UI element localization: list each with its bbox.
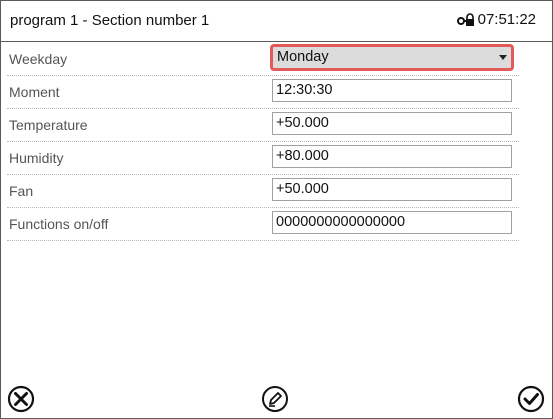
confirm-button[interactable] (516, 385, 546, 418)
fan-label: Fan (9, 183, 34, 199)
fan-field[interactable]: +50.000 (272, 178, 512, 201)
close-circle-icon (7, 385, 35, 418)
key-lock-icon (456, 12, 475, 27)
clock: 07:51:22 (456, 11, 536, 28)
clock-time: 07:51:22 (477, 11, 536, 28)
screen: program 1 - Section number 1 07:51:22 We… (0, 0, 553, 419)
temperature-label: Temperature (9, 117, 88, 133)
cancel-button[interactable] (6, 385, 36, 418)
row-temperature: Temperature +50.000 (7, 108, 519, 142)
header-bar: program 1 - Section number 1 07:51:22 (1, 1, 552, 42)
row-humidity: Humidity +80.000 (7, 141, 519, 175)
chevron-down-icon (499, 55, 507, 60)
functions-field[interactable]: 0000000000000000 (272, 211, 512, 234)
page-title: program 1 - Section number 1 (10, 12, 210, 29)
moment-label: Moment (9, 84, 60, 100)
weekday-label: Weekday (9, 51, 68, 67)
row-fan: Fan +50.000 (7, 174, 519, 208)
edit-button[interactable] (260, 385, 290, 418)
row-moment: Moment 12:30:30 (7, 75, 519, 109)
humidity-label: Humidity (9, 150, 64, 166)
pencil-circle-icon (261, 385, 289, 418)
moment-field[interactable]: 12:30:30 (272, 79, 512, 102)
humidity-field[interactable]: +80.000 (272, 145, 512, 168)
functions-label: Functions on/off (9, 216, 109, 232)
row-functions: Functions on/off 0000000000000000 (7, 207, 519, 241)
weekday-select[interactable]: Monday (270, 44, 514, 71)
check-circle-icon (517, 385, 545, 418)
weekday-value: Monday (277, 49, 329, 65)
temperature-field[interactable]: +50.000 (272, 112, 512, 135)
row-weekday: Weekday Monday (7, 42, 519, 76)
